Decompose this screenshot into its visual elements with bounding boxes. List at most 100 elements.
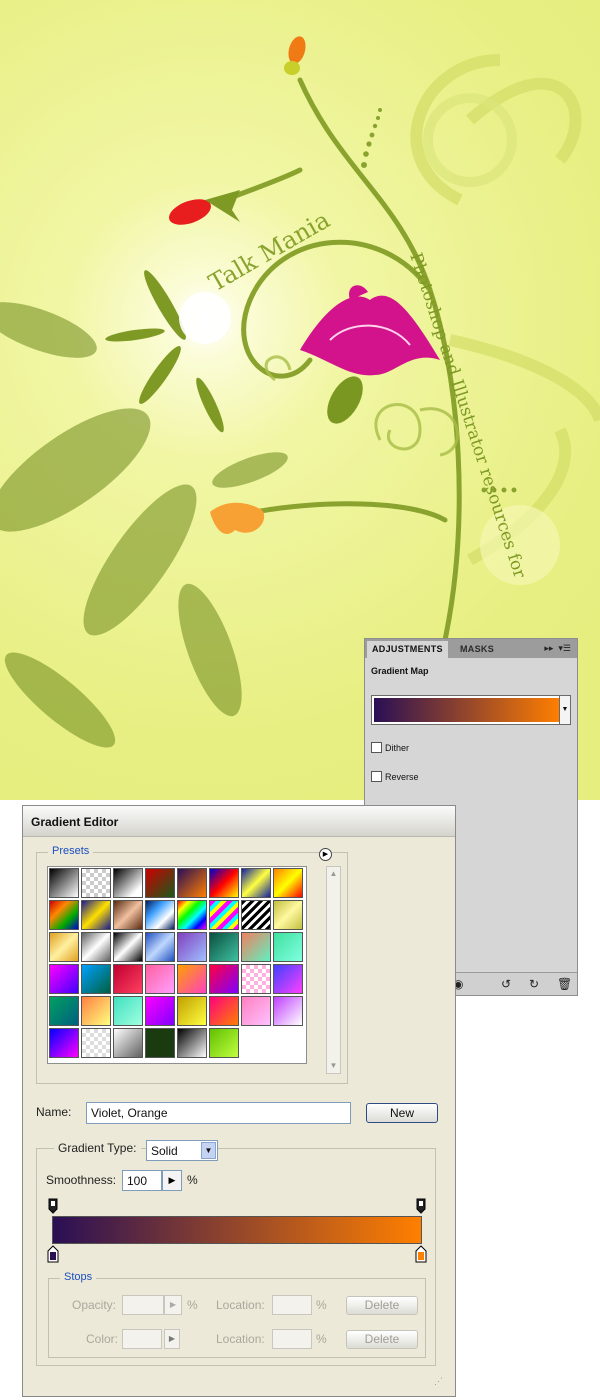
preset-swatch[interactable] <box>113 932 143 962</box>
chevron-down-icon[interactable]: ▼ <box>559 696 570 724</box>
reverse-checkbox-box[interactable] <box>371 771 382 782</box>
opacity-field[interactable] <box>122 1295 164 1315</box>
chevron-down-icon[interactable]: ▼ <box>201 1142 216 1159</box>
preset-swatch[interactable] <box>81 932 111 962</box>
tab-masks[interactable]: MASKS <box>455 641 499 658</box>
presets-menu-icon[interactable]: ▶ <box>319 848 332 861</box>
preset-swatch[interactable] <box>113 900 143 930</box>
opacity-location-label: Location: <box>216 1298 265 1312</box>
preset-swatch[interactable] <box>209 868 239 898</box>
preset-swatch[interactable] <box>81 868 111 898</box>
preset-swatch[interactable] <box>241 932 271 962</box>
reverse-label: Reverse <box>385 771 419 782</box>
smoothness-slider-arrow-icon[interactable]: ▶ <box>162 1170 182 1191</box>
opacity-unit: % <box>187 1298 198 1312</box>
opacity-stop-right[interactable] <box>416 1198 426 1214</box>
trash-icon[interactable]: 🗑 <box>557 977 572 991</box>
dither-checkbox[interactable]: Dither <box>371 742 409 753</box>
preset-swatch[interactable] <box>81 1028 111 1058</box>
preset-swatch[interactable] <box>177 964 207 994</box>
delete-opacity-stop-button[interactable]: Delete <box>346 1296 418 1315</box>
delete-color-stop-button[interactable]: Delete <box>346 1330 418 1349</box>
preset-swatch[interactable] <box>273 900 303 930</box>
preset-swatch[interactable] <box>209 932 239 962</box>
preset-swatch[interactable] <box>81 996 111 1026</box>
smoothness-field[interactable]: 100 <box>122 1170 162 1191</box>
preset-swatch[interactable] <box>145 964 175 994</box>
preset-swatch[interactable] <box>81 964 111 994</box>
stops-label: Stops <box>60 1271 97 1283</box>
preset-swatch[interactable] <box>241 868 271 898</box>
panel-title: Gradient Map <box>371 666 429 676</box>
presets-label: Presets <box>48 845 94 857</box>
preset-swatch[interactable] <box>113 996 143 1026</box>
preset-swatch[interactable] <box>241 996 271 1026</box>
preset-swatch[interactable] <box>145 1028 175 1058</box>
opacity-location-unit: % <box>316 1298 327 1312</box>
dialog-titlebar[interactable]: Gradient Editor <box>23 806 455 837</box>
preset-swatch[interactable] <box>177 932 207 962</box>
name-label: Name: <box>36 1105 72 1119</box>
preset-swatch[interactable] <box>209 1028 239 1058</box>
tab-adjustments[interactable]: ADJUSTMENTS <box>367 641 448 658</box>
gradient-map-picker[interactable]: ▼ <box>371 695 571 725</box>
panel-menu-icon[interactable]: ▸▸ ▾☰ <box>544 643 571 654</box>
resize-grip-icon[interactable]: ⋰ <box>434 1376 448 1390</box>
gradient-name-field[interactable]: Violet, Orange <box>86 1102 351 1124</box>
preset-swatch[interactable] <box>241 964 271 994</box>
preset-swatch[interactable] <box>113 868 143 898</box>
smoothness-unit: % <box>187 1173 198 1187</box>
color-arrow-icon[interactable]: ▶ <box>164 1329 180 1349</box>
gradient-type-select[interactable]: Solid ▼ <box>146 1140 218 1161</box>
preset-swatch[interactable] <box>177 996 207 1026</box>
preset-swatch[interactable] <box>49 1028 79 1058</box>
opacity-label: Opacity: <box>72 1298 117 1312</box>
preset-swatch[interactable] <box>177 1028 207 1058</box>
opacity-stop-left[interactable] <box>48 1198 58 1214</box>
preset-swatch[interactable] <box>145 996 175 1026</box>
preset-swatch[interactable] <box>49 964 79 994</box>
preset-swatch[interactable] <box>273 868 303 898</box>
reverse-checkbox[interactable]: Reverse <box>371 771 419 782</box>
preset-swatch[interactable] <box>145 868 175 898</box>
brand-text: Talk Mania <box>204 206 335 298</box>
scroll-up-icon[interactable]: ▲ <box>327 867 340 881</box>
preset-swatch[interactable] <box>49 932 79 962</box>
preset-swatch[interactable] <box>209 900 239 930</box>
preset-swatch[interactable] <box>177 868 207 898</box>
color-stop-right[interactable] <box>415 1245 427 1263</box>
reset-icon[interactable]: ↻ <box>529 977 539 991</box>
scroll-down-icon[interactable]: ▼ <box>327 1059 340 1073</box>
preset-swatch[interactable] <box>273 932 303 962</box>
preset-swatch[interactable] <box>273 964 303 994</box>
gradient-type-value: Solid <box>151 1144 178 1158</box>
color-swatch[interactable] <box>122 1329 162 1349</box>
preset-swatch[interactable] <box>241 900 271 930</box>
dialog-title: Gradient Editor <box>31 815 119 829</box>
preset-swatch[interactable] <box>113 1028 143 1058</box>
color-location-label: Location: <box>216 1332 265 1346</box>
preset-swatch[interactable] <box>209 996 239 1026</box>
preset-swatch[interactable] <box>81 900 111 930</box>
color-stop-left[interactable] <box>47 1245 59 1263</box>
preset-swatch[interactable] <box>209 964 239 994</box>
new-gradient-button[interactable]: New <box>366 1103 438 1123</box>
gradient-map-preview[interactable] <box>374 698 560 722</box>
opacity-location-field[interactable] <box>272 1295 312 1315</box>
color-location-field[interactable] <box>272 1329 312 1349</box>
tagline-text: Photoshop and Illustrator resources for <box>405 250 530 581</box>
preset-swatch[interactable] <box>145 900 175 930</box>
previous-state-icon[interactable]: ↺ <box>501 977 511 991</box>
presets-scrollbar[interactable]: ▲ ▼ <box>326 866 341 1074</box>
preset-swatch[interactable] <box>49 996 79 1026</box>
preset-swatch[interactable] <box>145 932 175 962</box>
preset-swatch[interactable] <box>49 868 79 898</box>
preset-swatch[interactable] <box>273 996 303 1026</box>
preset-swatch[interactable] <box>113 964 143 994</box>
preset-swatch[interactable] <box>177 900 207 930</box>
preset-swatch[interactable] <box>49 900 79 930</box>
gradient-preview-bar[interactable] <box>52 1216 422 1244</box>
dither-checkbox-box[interactable] <box>371 742 382 753</box>
panel-tab-bar: ADJUSTMENTS MASKS ▸▸ ▾☰ <box>365 639 577 658</box>
opacity-arrow-icon[interactable]: ▶ <box>164 1295 182 1315</box>
